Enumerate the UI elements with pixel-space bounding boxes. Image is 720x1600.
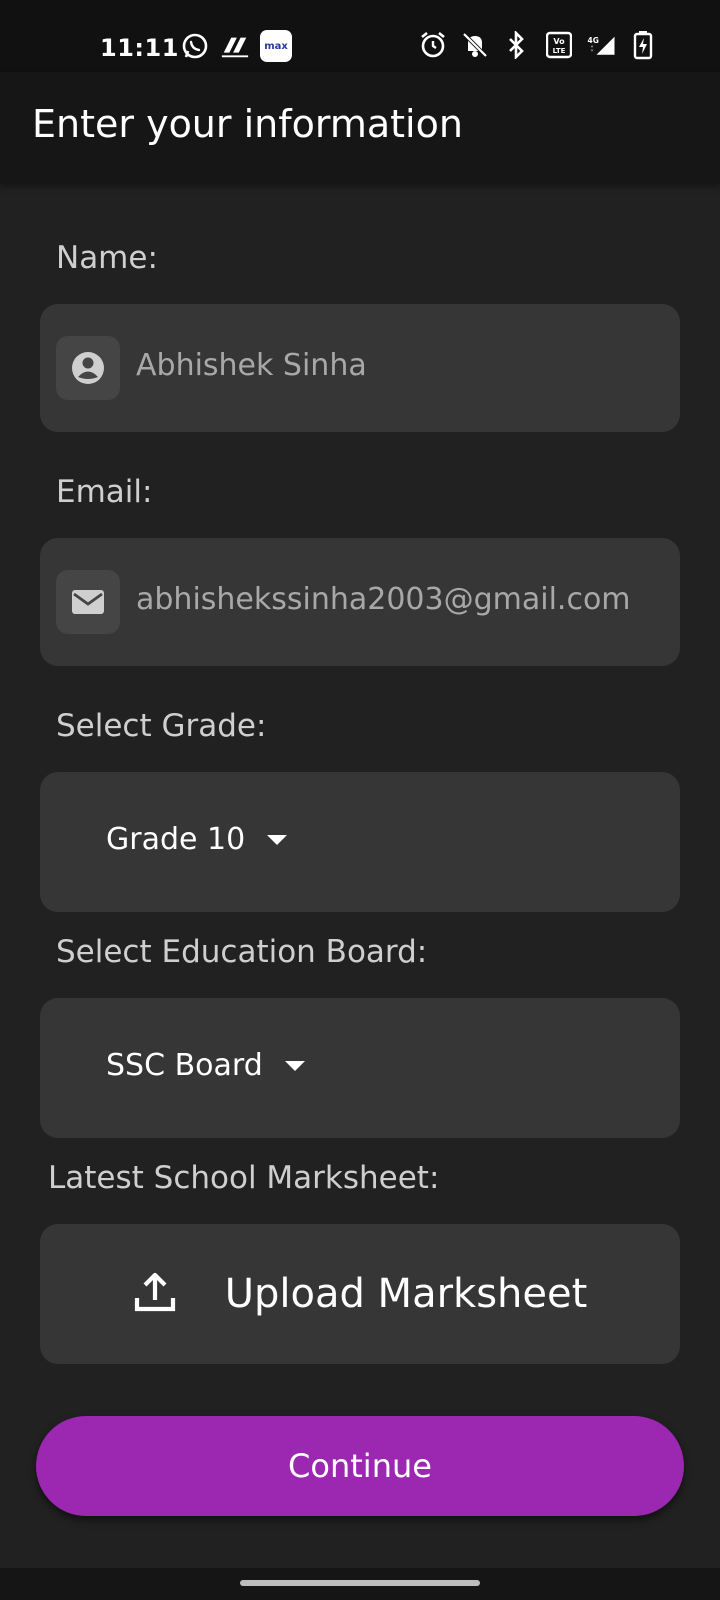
mail-icon (56, 570, 120, 634)
marksheet-label: Latest School Marksheet: (48, 1160, 440, 1196)
app-bar: Enter your information (0, 72, 720, 184)
volte-icon: Vo LTE (544, 30, 574, 60)
continue-button[interactable]: Continue (36, 1416, 684, 1516)
signal-icon: 4G (586, 30, 616, 60)
home-indicator[interactable] (240, 1580, 480, 1586)
name-field[interactable]: Abhishek Sinha (40, 304, 680, 432)
svg-text:Vo: Vo (553, 37, 565, 46)
alarm-icon (418, 30, 448, 60)
chevron-down-icon (267, 834, 288, 845)
board-value: SSC Board (106, 1048, 263, 1083)
battery-charging-icon (628, 30, 658, 60)
upload-icon (133, 1270, 177, 1318)
board-label: Select Education Board: (56, 934, 428, 970)
chevron-down-icon (284, 1060, 305, 1071)
upload-marksheet-button[interactable]: Upload Marksheet (40, 1224, 680, 1364)
board-dropdown[interactable]: SSC Board (40, 998, 680, 1138)
navigation-bar (0, 1568, 720, 1600)
svg-text:LTE: LTE (553, 47, 566, 55)
upload-content: Upload Marksheet (40, 1224, 680, 1364)
network-type-label: 4G (588, 36, 599, 45)
status-icons-right: Vo LTE 4G (418, 30, 658, 60)
name-input[interactable]: Abhishek Sinha (136, 348, 670, 383)
name-label: Name: (56, 240, 158, 276)
bluetooth-icon (502, 30, 532, 60)
app-icon (220, 31, 250, 61)
grade-label: Select Grade: (56, 708, 267, 744)
status-time: 11:11 (100, 34, 179, 62)
person-icon (56, 336, 120, 400)
status-icons-left: max (180, 30, 292, 62)
status-bar: 11:11 max Vo LTE 4G (0, 0, 720, 72)
email-field[interactable]: abhishekssinha2003@gmail.com (40, 538, 680, 666)
email-input[interactable]: abhishekssinha2003@gmail.com (136, 582, 670, 617)
board-select[interactable]: SSC Board (106, 1048, 305, 1083)
grade-value: Grade 10 (106, 822, 246, 857)
upload-label: Upload Marksheet (224, 1271, 588, 1317)
grade-dropdown[interactable]: Grade 10 (40, 772, 680, 912)
bell-off-icon (460, 30, 490, 60)
max-badge: max (260, 30, 292, 62)
grade-select[interactable]: Grade 10 (106, 822, 288, 857)
page-title: Enter your information (32, 102, 463, 146)
email-label: Email: (56, 474, 153, 510)
whatsapp-icon (180, 31, 210, 61)
